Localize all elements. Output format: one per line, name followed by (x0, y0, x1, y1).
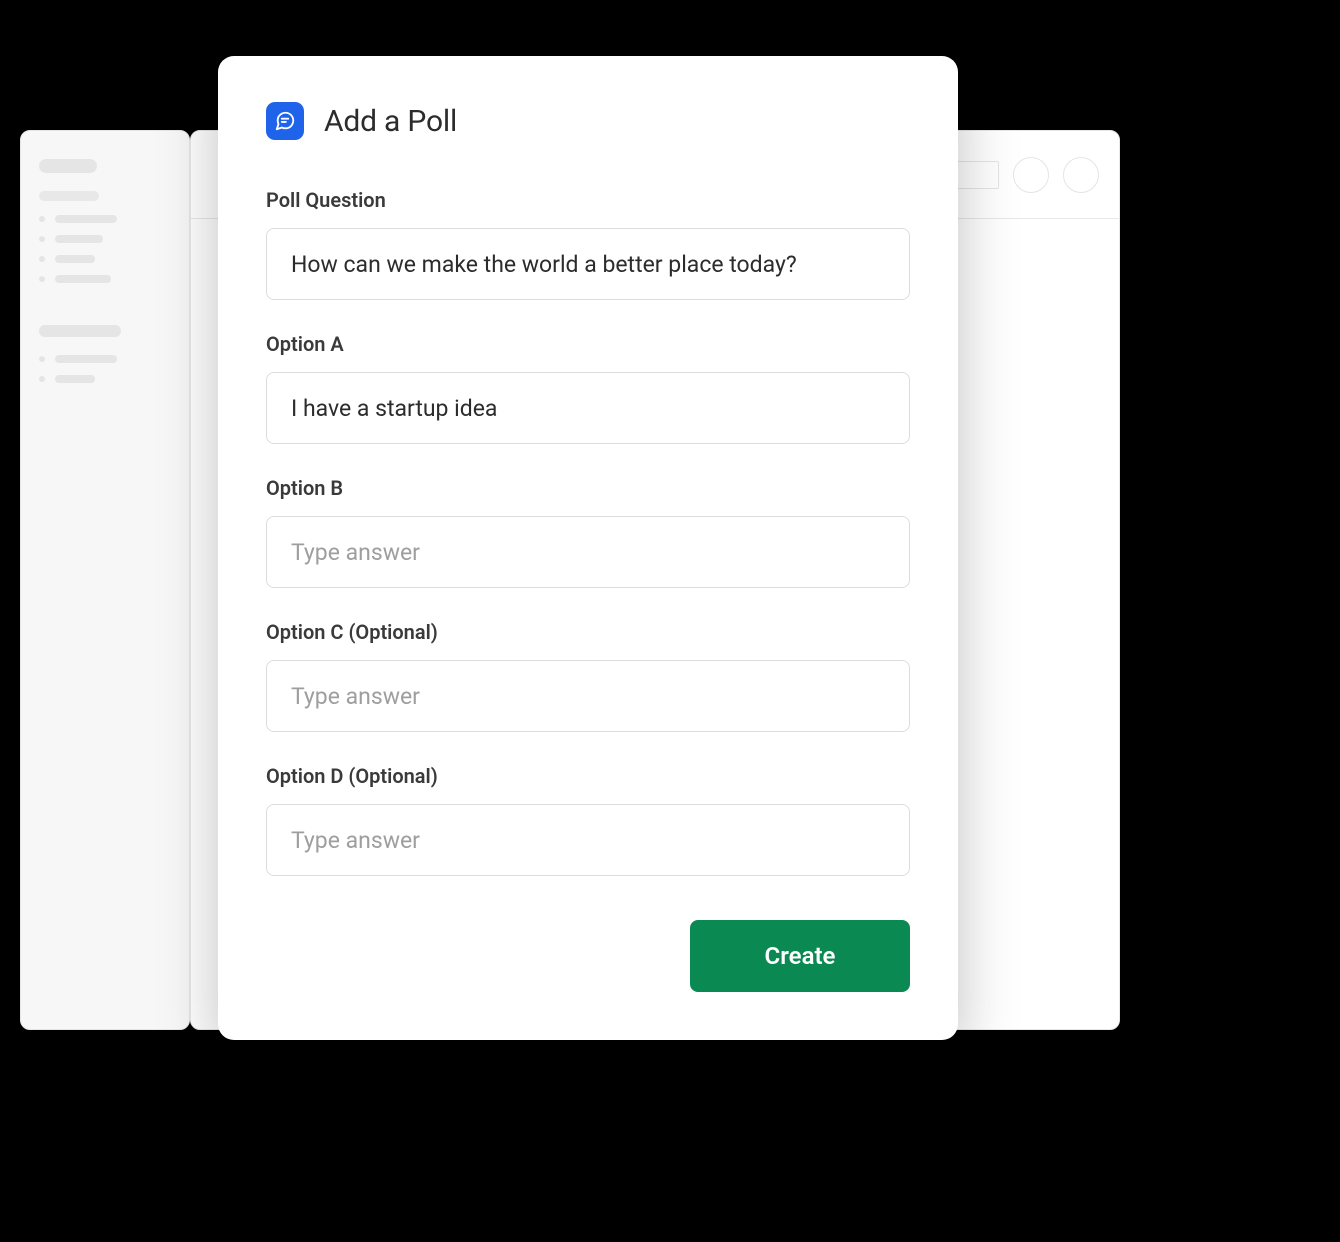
option-d-group: Option D (Optional) (266, 764, 910, 876)
option-b-input[interactable] (266, 516, 910, 588)
option-c-input[interactable] (266, 660, 910, 732)
modal-title: Add a Poll (324, 104, 457, 139)
background-sidebar-wireframe (20, 130, 190, 1030)
poll-icon (266, 102, 304, 140)
modal-actions: Create (266, 920, 910, 992)
option-a-label: Option A (266, 332, 910, 356)
add-poll-modal: Add a Poll Poll Question Option A Option… (218, 56, 958, 1040)
poll-question-label: Poll Question (266, 188, 910, 212)
option-b-label: Option B (266, 476, 910, 500)
option-a-input[interactable] (266, 372, 910, 444)
option-b-group: Option B (266, 476, 910, 588)
option-d-label: Option D (Optional) (266, 764, 910, 788)
modal-header: Add a Poll (266, 102, 910, 140)
option-d-input[interactable] (266, 804, 910, 876)
poll-question-input[interactable] (266, 228, 910, 300)
poll-question-group: Poll Question (266, 188, 910, 300)
option-a-group: Option A (266, 332, 910, 444)
create-button[interactable]: Create (690, 920, 910, 992)
option-c-group: Option C (Optional) (266, 620, 910, 732)
option-c-label: Option C (Optional) (266, 620, 910, 644)
